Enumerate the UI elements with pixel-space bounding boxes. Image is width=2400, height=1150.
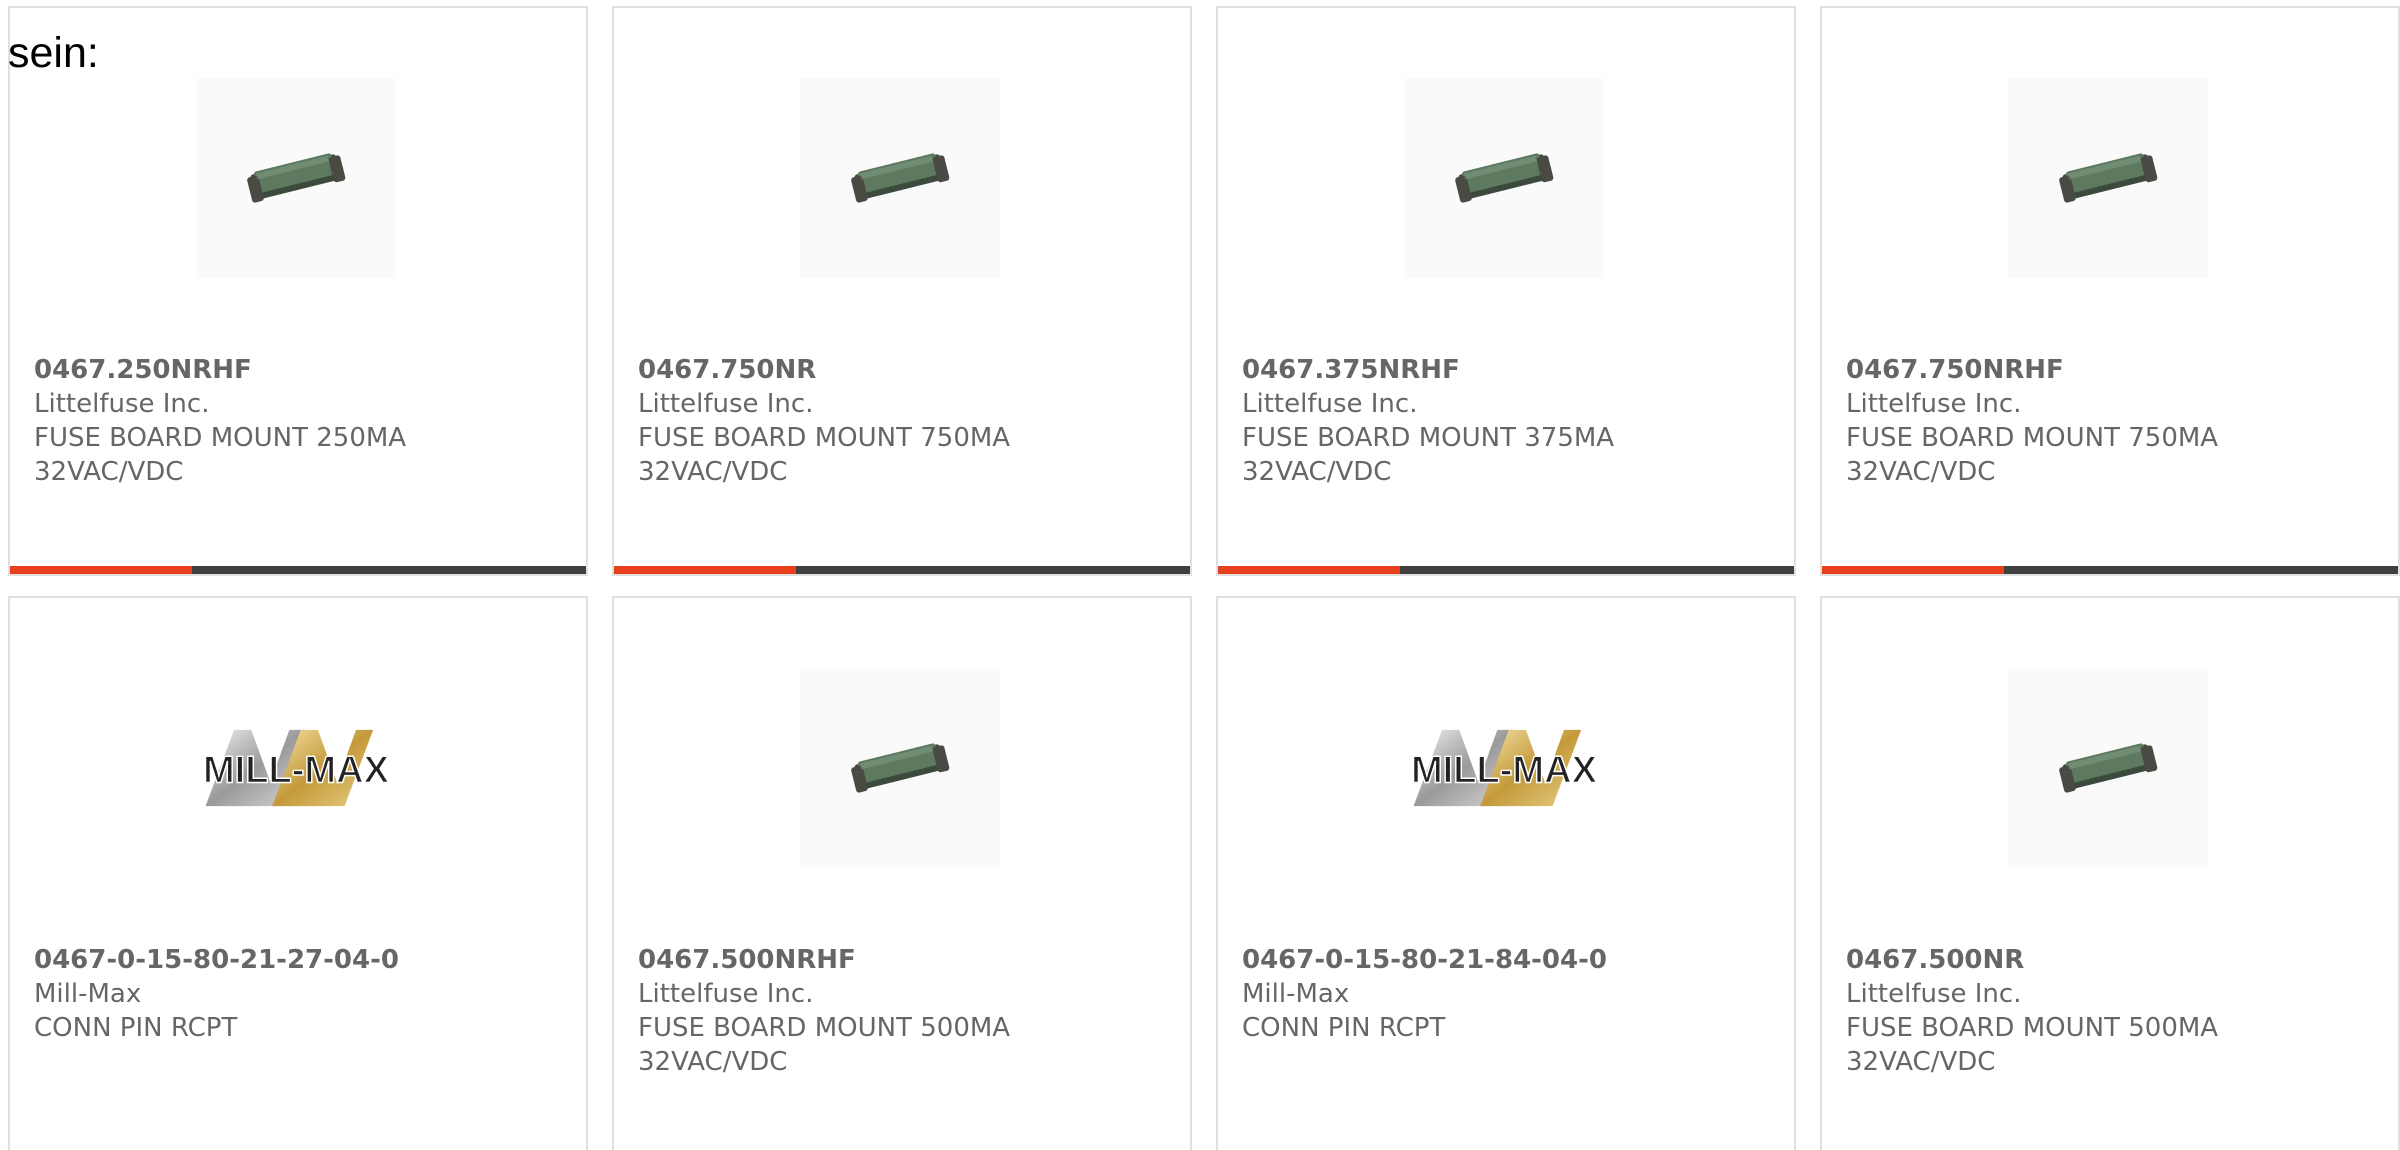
mill-max-logo: MILL-MAX <box>1410 729 1598 807</box>
part-number-link[interactable]: 0467.375NRHF <box>1242 353 1770 387</box>
manufacturer-name: Littelfuse Inc. <box>1242 389 1418 419</box>
product-card[interactable]: 0467.500NRHF Littelfuse Inc. FUSE BOARD MO… <box>612 596 1192 1150</box>
fuse-icon <box>2008 668 2208 868</box>
product-description: FUSE BOARD MOUNT 750MA 32VAC/VDC <box>638 423 1011 487</box>
manufacturer-name: Littelfuse Inc. <box>34 389 210 419</box>
product-image[interactable] <box>1404 78 1604 278</box>
part-number-link[interactable]: 0467.500NR <box>1846 943 2374 977</box>
product-info: 0467.750NR Littelfuse Inc. FUSE BOARD MOUN… <box>638 353 1166 489</box>
product-info: 0467.250NRHF Littelfuse Inc. FUSE BOARD MO… <box>34 353 562 489</box>
product-info: 0467.500NR Littelfuse Inc. FUSE BOARD MOUN… <box>1846 943 2374 1079</box>
manufacturer-name: Littelfuse Inc. <box>638 979 814 1009</box>
product-image[interactable] <box>2008 668 2208 868</box>
product-image[interactable] <box>196 78 396 278</box>
intro-text: sein: <box>8 29 99 77</box>
card-accent-bar <box>1822 566 2004 574</box>
part-number-link[interactable]: 0467.250NRHF <box>34 353 562 387</box>
product-card[interactable]: 0467.250NRHF Littelfuse Inc. FUSE BOARD MO… <box>8 6 588 576</box>
part-number-link[interactable]: 0467-0-15-80-21-27-04-0 <box>34 943 562 977</box>
card-accent-bar <box>614 566 796 574</box>
manufacturer-name: Littelfuse Inc. <box>638 389 814 419</box>
product-card[interactable]: 0467.500NR Littelfuse Inc. FUSE BOARD MOUN… <box>1820 596 2400 1150</box>
product-description: FUSE BOARD MOUNT 500MA 32VAC/VDC <box>638 1013 1011 1077</box>
product-description: FUSE BOARD MOUNT 250MA 32VAC/VDC <box>34 423 407 487</box>
product-image[interactable]: MILL-MAX <box>1404 668 1604 868</box>
card-bottom-bar <box>614 566 1190 574</box>
manufacturer-name: Littelfuse Inc. <box>1846 389 2022 419</box>
product-description: CONN PIN RCPT <box>1242 1013 1446 1043</box>
product-grid: 0467.250NRHF Littelfuse Inc. FUSE BOARD MO… <box>0 0 2400 1150</box>
product-description: FUSE BOARD MOUNT 500MA 32VAC/VDC <box>1846 1013 2219 1077</box>
product-image[interactable]: MILL-MAX <box>196 668 396 868</box>
product-description: FUSE BOARD MOUNT 375MA 32VAC/VDC <box>1242 423 1615 487</box>
fuse-icon <box>196 78 396 278</box>
product-card[interactable]: 0467.750NR Littelfuse Inc. FUSE BOARD MOUN… <box>612 6 1192 576</box>
product-info: 0467.375NRHF Littelfuse Inc. FUSE BOARD MO… <box>1242 353 1770 489</box>
product-info: 0467.500NRHF Littelfuse Inc. FUSE BOARD MO… <box>638 943 1166 1079</box>
fuse-icon <box>800 78 1000 278</box>
product-image[interactable] <box>800 668 1000 868</box>
fuse-icon <box>800 668 1000 868</box>
product-card[interactable]: MILL-MAX 0467-0-15-80-21-27-04-0 Mill-Max… <box>8 596 588 1150</box>
product-description: FUSE BOARD MOUNT 750MA 32VAC/VDC <box>1846 423 2219 487</box>
product-description: CONN PIN RCPT <box>34 1013 238 1043</box>
product-info: 0467-0-15-80-21-27-04-0 Mill-Max CONN PIN … <box>34 943 562 1045</box>
part-number-link[interactable]: 0467.750NR <box>638 353 1166 387</box>
product-image[interactable] <box>800 78 1000 278</box>
part-number-link[interactable]: 0467.750NRHF <box>1846 353 2374 387</box>
manufacturer-name: Mill-Max <box>1242 979 1350 1009</box>
product-card[interactable]: 0467.750NRHF Littelfuse Inc. FUSE BOARD MO… <box>1820 6 2400 576</box>
part-number-link[interactable]: 0467-0-15-80-21-84-04-0 <box>1242 943 1770 977</box>
card-bottom-bar <box>1218 566 1794 574</box>
manufacturer-name: Mill-Max <box>34 979 142 1009</box>
manufacturer-name: Littelfuse Inc. <box>1846 979 2022 1009</box>
part-number-link[interactable]: 0467.500NRHF <box>638 943 1166 977</box>
fuse-icon <box>1404 78 1604 278</box>
svg-text:MILL-MAX: MILL-MAX <box>203 749 390 791</box>
svg-text:MILL-MAX: MILL-MAX <box>1411 749 1598 791</box>
mill-max-logo: MILL-MAX <box>202 729 390 807</box>
card-accent-bar <box>1218 566 1400 574</box>
card-bottom-bar <box>1822 566 2398 574</box>
product-info: 0467.750NRHF Littelfuse Inc. FUSE BOARD MO… <box>1846 353 2374 489</box>
card-bottom-bar <box>10 566 586 574</box>
product-info: 0467-0-15-80-21-84-04-0 Mill-Max CONN PIN … <box>1242 943 1770 1045</box>
card-accent-bar <box>10 566 192 574</box>
fuse-icon <box>2008 78 2208 278</box>
product-image[interactable] <box>2008 78 2208 278</box>
product-card[interactable]: 0467.375NRHF Littelfuse Inc. FUSE BOARD MO… <box>1216 6 1796 576</box>
product-card[interactable]: MILL-MAX 0467-0-15-80-21-84-04-0 Mill-Max… <box>1216 596 1796 1150</box>
